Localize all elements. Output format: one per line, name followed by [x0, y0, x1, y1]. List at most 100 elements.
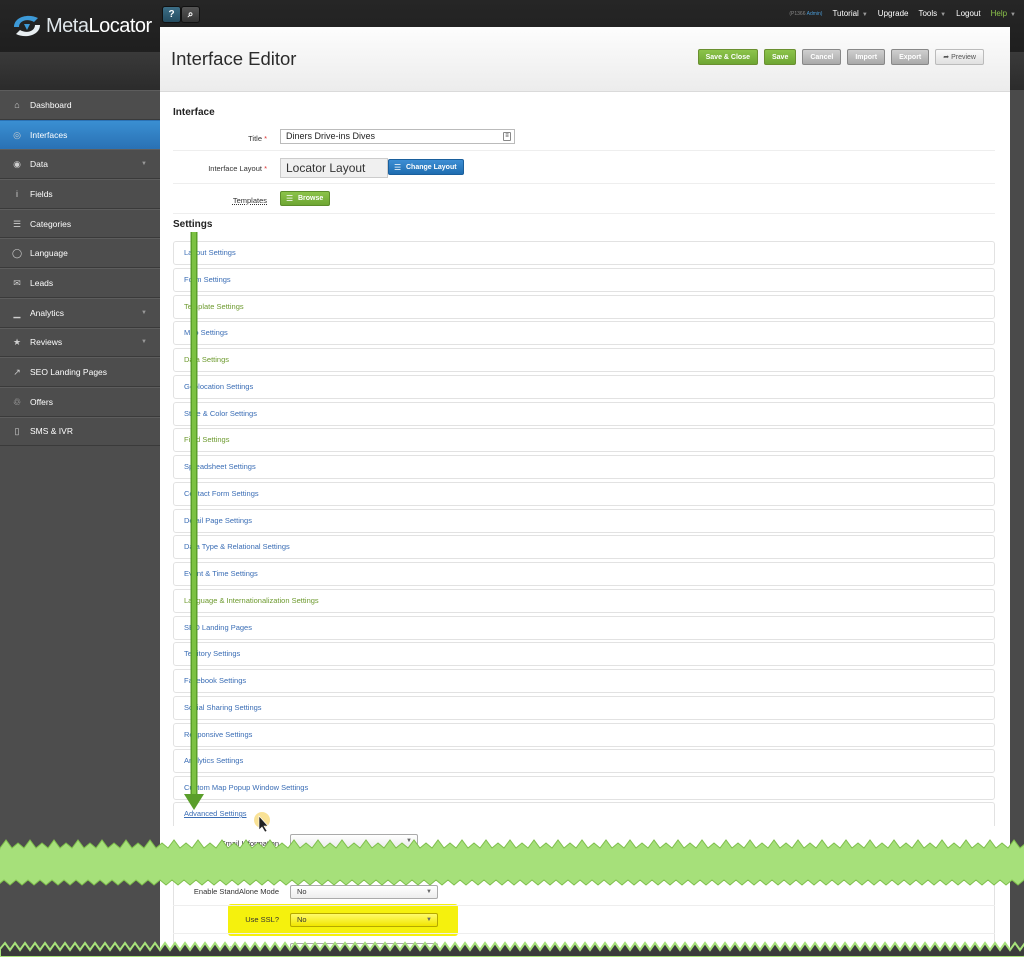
- accordion-event-time-settings[interactable]: Event & Time Settings: [173, 562, 995, 586]
- sidebar-item-analytics[interactable]: ▁ Analytics ▼: [0, 297, 160, 328]
- save-close-button[interactable]: Save & Close: [697, 49, 758, 65]
- rocket-icon: ↗: [13, 367, 21, 378]
- sidebar-item-seo-landing-pages[interactable]: ↗ SEO Landing Pages: [0, 357, 160, 387]
- nav-help[interactable]: Help ▼: [991, 9, 1016, 18]
- nav-upgrade[interactable]: Upgrade: [878, 9, 909, 18]
- text-field-icon: ≡: [503, 132, 511, 141]
- sidebar-item-interfaces[interactable]: ◎ Interfaces: [0, 119, 160, 150]
- accordion-geolocation-settings[interactable]: Geolocation Settings: [173, 374, 995, 399]
- sidebar-item-label: Data: [30, 159, 48, 170]
- chevron-down-icon: ▼: [1010, 12, 1016, 18]
- logo[interactable]: MetaLocator: [10, 10, 152, 42]
- accordion-map-settings[interactable]: Map Settings: [173, 321, 995, 346]
- panel-header: Interface Editor Save & Close Save Cance…: [160, 27, 1010, 92]
- sidebar-item-fields[interactable]: i Fields: [0, 179, 160, 209]
- export-button[interactable]: Export: [891, 49, 930, 65]
- accordion-data-type-relational-settings[interactable]: Data Type & Relational Settings: [173, 535, 995, 560]
- chevron-down-icon: ▼: [426, 917, 432, 923]
- globe-icon: ◎: [13, 129, 21, 140]
- sidebar-item-label: Fields: [30, 188, 53, 199]
- accordion-responsive-settings[interactable]: Responsive Settings: [173, 722, 995, 747]
- sidebar-item-label: Offers: [30, 396, 53, 407]
- chat-button[interactable]: ⌕: [181, 6, 200, 23]
- chevron-down-icon: ▼: [861, 12, 868, 18]
- sidebar-item-dashboard[interactable]: ⌂ Dashboard: [0, 90, 160, 120]
- interface-heading: Interface: [173, 107, 215, 118]
- speech-bubble-icon: ◯: [12, 248, 23, 259]
- logo-swirl-icon: [14, 15, 40, 37]
- nav-logout[interactable]: Logout: [956, 9, 980, 18]
- sidebar-item-language[interactable]: ◯ Language: [0, 238, 160, 269]
- list-icon: ☰: [286, 194, 294, 203]
- phone-icon: ▯: [14, 426, 20, 437]
- accordion-custom-map-popup-window-settings[interactable]: Custom Map Popup Window Settings: [173, 776, 995, 800]
- logo-text: MetaLocator: [46, 14, 152, 37]
- title-label: Title *: [248, 134, 267, 143]
- torn-edge-band: [0, 839, 1024, 886]
- chevron-down-icon: ▼: [940, 12, 947, 18]
- chevron-down-icon: ▼: [141, 339, 147, 346]
- accordion-social-sharing-settings[interactable]: Social Sharing Settings: [173, 695, 995, 720]
- settings-heading: Settings: [173, 219, 213, 230]
- envelope-icon: ✉: [13, 277, 21, 288]
- chevron-down-icon: ▼: [141, 161, 147, 168]
- nav-tools[interactable]: Tools ▼: [918, 9, 946, 18]
- title-input[interactable]: Diners Drive-ins Dives ≡: [280, 129, 515, 144]
- nav-tutorial[interactable]: Tutorial ▼: [832, 9, 867, 18]
- sidebar-item-categories[interactable]: ☰ Categories: [0, 208, 160, 239]
- sidebar-item-data[interactable]: ◉ Data ▼: [0, 149, 160, 180]
- sidebar-item-label: Interfaces: [30, 129, 68, 140]
- help-button[interactable]: ?: [162, 6, 181, 23]
- share-arrow-icon: ➦: [943, 54, 950, 61]
- browse-button[interactable]: ☰ Browse: [280, 191, 331, 206]
- accordion-territory-settings[interactable]: Territory Settings: [173, 642, 995, 667]
- sidebar-item-leads[interactable]: ✉ Leads: [0, 268, 160, 298]
- user-info: (P1366 Admin): [789, 10, 823, 17]
- layers-icon: ☰: [12, 218, 22, 229]
- sidebar-item-label: SEO Landing Pages: [30, 367, 108, 378]
- tag-icon: ♲: [12, 396, 22, 407]
- page-title: Interface Editor: [171, 48, 297, 69]
- chat-icon: ⌕: [187, 9, 194, 20]
- sidebar-item-label: Categories: [30, 218, 72, 229]
- ssl-select[interactable]: No ▼: [290, 913, 438, 927]
- accordion-facebook-settings[interactable]: Facebook Settings: [173, 669, 995, 693]
- sidebar-item-sms-ivr[interactable]: ▯ SMS & IVR: [0, 416, 160, 447]
- sidebar-item-label: Reviews: [30, 337, 63, 348]
- sidebar-item-label: Language: [30, 248, 68, 259]
- cancel-button[interactable]: Cancel: [802, 49, 842, 65]
- sidebar-item-label: Dashboard: [30, 99, 72, 110]
- sidebar: ⌂ Dashboard ◎ Interfaces ◉ Data ▼ i Fields ☰ Categ…: [0, 90, 160, 957]
- accordion-analytics-settings[interactable]: Analytics Settings: [173, 749, 995, 774]
- home-icon: ⌂: [14, 99, 20, 110]
- top-nav: (P1366 Admin) Tutorial ▼ Upgrade Tools ▼ L…: [789, 9, 1016, 18]
- info-icon: i: [16, 188, 18, 199]
- accordion-language-internationalization-settings[interactable]: Language & Internationalization Settings: [173, 588, 995, 613]
- sidebar-item-label: SMS & IVR: [30, 426, 73, 437]
- sidebar-item-label: Leads: [30, 277, 54, 288]
- preview-button[interactable]: ➦ Preview: [935, 49, 984, 65]
- accordion-spreadsheet-settings[interactable]: Spreadsheet Settings: [173, 455, 995, 479]
- accordion-layout-settings[interactable]: Layout Settings: [173, 241, 995, 265]
- map-pin-icon: ◉: [13, 159, 21, 170]
- sidebar-item-reviews[interactable]: ★ Reviews ▼: [0, 327, 160, 358]
- sidebar-item-offers[interactable]: ♲ Offers: [0, 386, 160, 417]
- accordion-field-settings[interactable]: Field Settings: [173, 428, 995, 453]
- toolbar: Save & Close Save Cancel Import Export ➦…: [697, 49, 984, 65]
- accordion-contact-form-settings[interactable]: Contact Form Settings: [173, 481, 995, 506]
- accordion-form-settings[interactable]: Form Settings: [173, 267, 995, 292]
- save-button[interactable]: Save: [763, 49, 797, 65]
- accordion-data-settings[interactable]: Data Settings: [173, 348, 995, 372]
- change-layout-button[interactable]: ☰ Change Layout: [388, 159, 464, 175]
- accordion-template-settings[interactable]: Template Settings: [173, 294, 995, 319]
- sidebar-item-label: Analytics: [30, 307, 65, 318]
- import-button[interactable]: Import: [847, 49, 886, 65]
- accordion-style-color-settings[interactable]: Style & Color Settings: [173, 401, 995, 426]
- star-icon: ★: [12, 337, 22, 348]
- accordion-seo-landing-pages[interactable]: SEO Landing Pages: [173, 615, 995, 640]
- advanced-settings-header[interactable]: Advanced Settings: [173, 802, 995, 826]
- accordion-detail-page-settings[interactable]: Detail Page Settings: [173, 508, 995, 533]
- templates-label: Templates: [232, 196, 267, 205]
- main-panel: Interface Editor Save & Close Save Cance…: [160, 27, 1010, 957]
- chevron-down-icon: ▼: [141, 309, 147, 316]
